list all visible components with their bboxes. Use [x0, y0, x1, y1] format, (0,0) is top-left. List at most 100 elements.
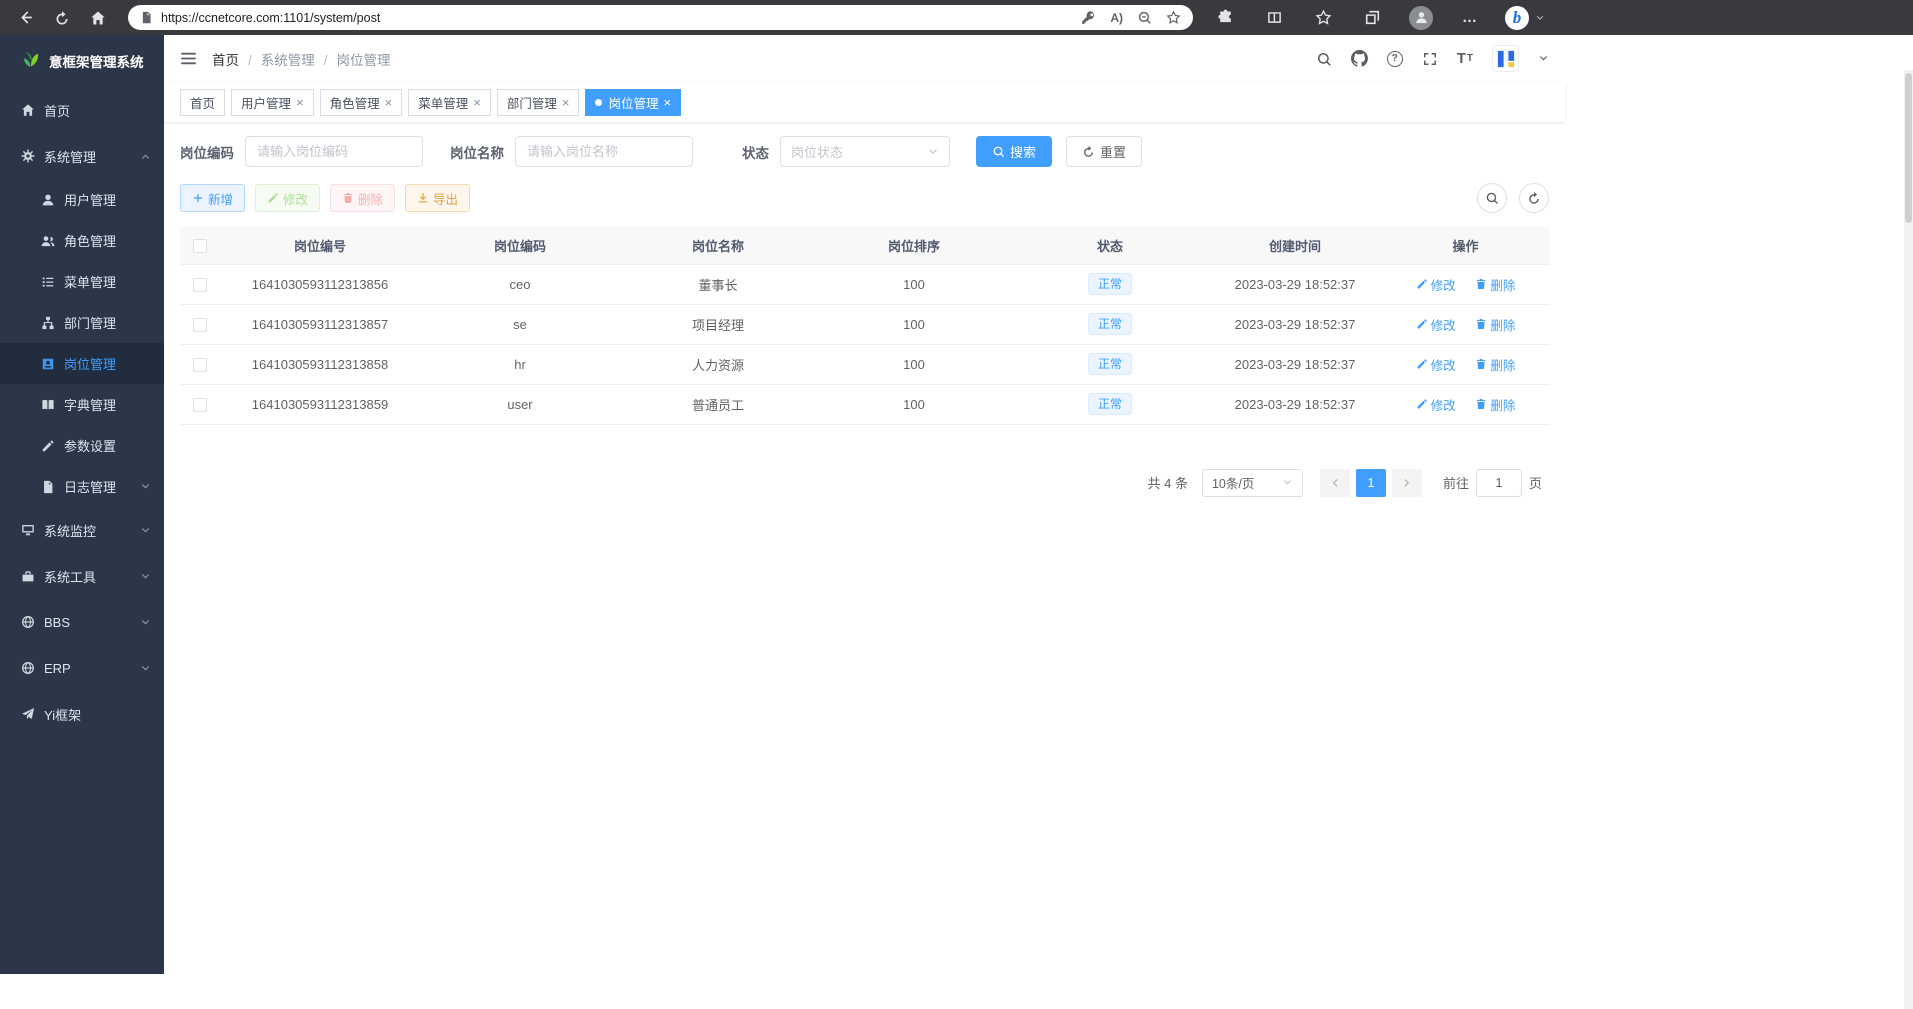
document-icon	[41, 480, 55, 494]
export-button[interactable]: 导出	[405, 184, 470, 212]
browser-profile-avatar[interactable]	[1407, 4, 1435, 32]
row-checkbox[interactable]	[193, 358, 207, 372]
tab-menu-mgmt[interactable]: 菜单管理 ×	[408, 89, 491, 116]
back-icon[interactable]	[12, 4, 40, 32]
browser-home-icon[interactable]	[84, 4, 112, 32]
sidebar-item-system-monitor[interactable]: 系统监控	[0, 507, 164, 553]
page-info-icon[interactable]	[140, 11, 153, 24]
bing-copilot-icon[interactable]: b	[1505, 6, 1529, 30]
scrollbar-thumb[interactable]	[1905, 73, 1912, 223]
next-page-button[interactable]	[1392, 469, 1422, 497]
tab-home[interactable]: 首页	[180, 89, 225, 116]
sidebar-item-post-mgmt[interactable]: 岗位管理	[0, 343, 164, 384]
delete-button[interactable]: 删除	[330, 184, 395, 212]
tab-role-mgmt[interactable]: 角色管理 ×	[320, 89, 403, 116]
help-icon[interactable]: ?	[1387, 51, 1403, 67]
refresh-table-button[interactable]	[1519, 183, 1549, 213]
row-edit-link[interactable]: 修改	[1416, 315, 1456, 334]
breadcrumb-item-post-mgmt: 岗位管理	[315, 49, 391, 69]
reset-button[interactable]: 重置	[1066, 136, 1142, 167]
tab-close-icon[interactable]: ×	[296, 96, 304, 109]
tab-close-icon[interactable]: ×	[473, 96, 481, 109]
tab-post-mgmt[interactable]: 岗位管理 ×	[585, 89, 681, 116]
tab-bar: 首页 用户管理 × 角色管理 × 菜单管理 × 部门管理 × 岗位管理 ×	[164, 82, 1565, 122]
row-delete-link[interactable]: 删除	[1475, 315, 1515, 334]
sidebar-item-yi-framework[interactable]: Yi框架	[0, 691, 164, 737]
split-screen-icon[interactable]	[1260, 4, 1288, 32]
refresh-page-icon[interactable]	[48, 4, 76, 32]
sidebar-item-menu-mgmt[interactable]: 菜单管理	[0, 261, 164, 302]
toolbar-caret-icon[interactable]	[1535, 13, 1545, 23]
read-aloud-icon[interactable]: A)	[1110, 11, 1123, 25]
row-checkbox[interactable]	[193, 398, 207, 412]
more-menu-icon[interactable]: …	[1456, 4, 1484, 32]
extensions-icon[interactable]	[1211, 4, 1239, 32]
sidebar-item-role-mgmt[interactable]: 角色管理	[0, 220, 164, 261]
tab-close-icon[interactable]: ×	[663, 96, 671, 109]
sidebar-item-dict-mgmt[interactable]: 字典管理	[0, 384, 164, 425]
page-size-select[interactable]: 10条/页	[1202, 469, 1303, 497]
page-size-value: 10条/页	[1212, 473, 1254, 492]
status-select-placeholder: 岗位状态	[791, 142, 843, 161]
row-edit-link[interactable]: 修改	[1416, 395, 1456, 414]
sidebar-item-home[interactable]: 首页	[0, 87, 164, 133]
breadcrumb-item-home[interactable]: 首页	[212, 49, 239, 69]
edit-button[interactable]: 修改	[255, 184, 320, 212]
font-size-icon[interactable]: TT	[1457, 50, 1473, 67]
select-all-checkbox[interactable]	[193, 239, 207, 253]
list-icon	[41, 275, 55, 289]
prev-page-button[interactable]	[1320, 469, 1350, 497]
sidebar-item-dept-mgmt[interactable]: 部门管理	[0, 302, 164, 343]
user-avatar[interactable]	[1492, 45, 1519, 72]
sidebar-item-erp[interactable]: ERP	[0, 645, 164, 691]
column-header-actions: 操作	[1382, 227, 1549, 264]
github-icon[interactable]	[1351, 50, 1368, 67]
page-1-button[interactable]: 1	[1356, 469, 1386, 497]
show-search-toggle-button[interactable]	[1477, 183, 1507, 213]
zoom-out-icon[interactable]	[1137, 10, 1152, 25]
app-logo[interactable]: 意框架管理系统	[0, 35, 164, 87]
chevron-down-icon	[927, 146, 939, 158]
sidebar-item-system-mgmt[interactable]: 系统管理	[0, 133, 164, 179]
post-code-input[interactable]	[245, 136, 423, 167]
sidebar-item-system-tools[interactable]: 系统工具	[0, 553, 164, 599]
sidebar-item-user-mgmt[interactable]: 用户管理	[0, 179, 164, 220]
post-name-input[interactable]	[515, 136, 693, 167]
tab-close-icon[interactable]: ×	[562, 96, 570, 109]
row-checkbox[interactable]	[193, 318, 207, 332]
breadcrumb-item-system-mgmt[interactable]: 系统管理	[239, 49, 315, 69]
add-button[interactable]: 新增	[180, 184, 245, 212]
status-badge: 正常	[1088, 273, 1132, 295]
favorites-bar-icon[interactable]	[1309, 4, 1337, 32]
status-select[interactable]: 岗位状态	[780, 136, 950, 167]
sidebar-item-log-mgmt[interactable]: 日志管理	[0, 466, 164, 507]
row-checkbox[interactable]	[193, 278, 207, 292]
password-key-icon[interactable]	[1081, 10, 1096, 25]
sidebar-item-label: 角色管理	[64, 231, 116, 250]
sidebar-item-label: 首页	[44, 101, 70, 120]
cell-post-code: hr	[420, 344, 620, 384]
sidebar-item-bbs[interactable]: BBS	[0, 599, 164, 645]
sidebar-toggle-icon[interactable]	[180, 50, 197, 67]
page-scrollbar[interactable]	[1904, 70, 1913, 1009]
tab-dept-mgmt[interactable]: 部门管理 ×	[497, 89, 580, 116]
sidebar-item-param-settings[interactable]: 参数设置	[0, 425, 164, 466]
row-edit-link[interactable]: 修改	[1416, 355, 1456, 374]
favorite-star-icon[interactable]	[1166, 10, 1181, 25]
goto-page-input[interactable]	[1476, 469, 1522, 497]
row-delete-link[interactable]: 删除	[1475, 275, 1515, 294]
url-input[interactable]	[161, 11, 1067, 25]
row-delete-link[interactable]: 删除	[1475, 395, 1515, 414]
table-row: 1641030593112313859 user 普通员工 100 正常 202…	[180, 384, 1549, 424]
address-bar[interactable]: A)	[128, 5, 1193, 30]
chevron-down-icon	[140, 525, 151, 536]
collections-icon[interactable]	[1358, 4, 1386, 32]
tab-close-icon[interactable]: ×	[385, 96, 393, 109]
search-button[interactable]: 搜索	[976, 136, 1052, 167]
row-edit-link[interactable]: 修改	[1416, 275, 1456, 294]
search-icon[interactable]	[1316, 51, 1332, 67]
row-delete-link[interactable]: 删除	[1475, 355, 1515, 374]
fullscreen-icon[interactable]	[1422, 51, 1438, 67]
tab-user-mgmt[interactable]: 用户管理 ×	[231, 89, 314, 116]
avatar-caret-icon[interactable]	[1538, 53, 1549, 64]
